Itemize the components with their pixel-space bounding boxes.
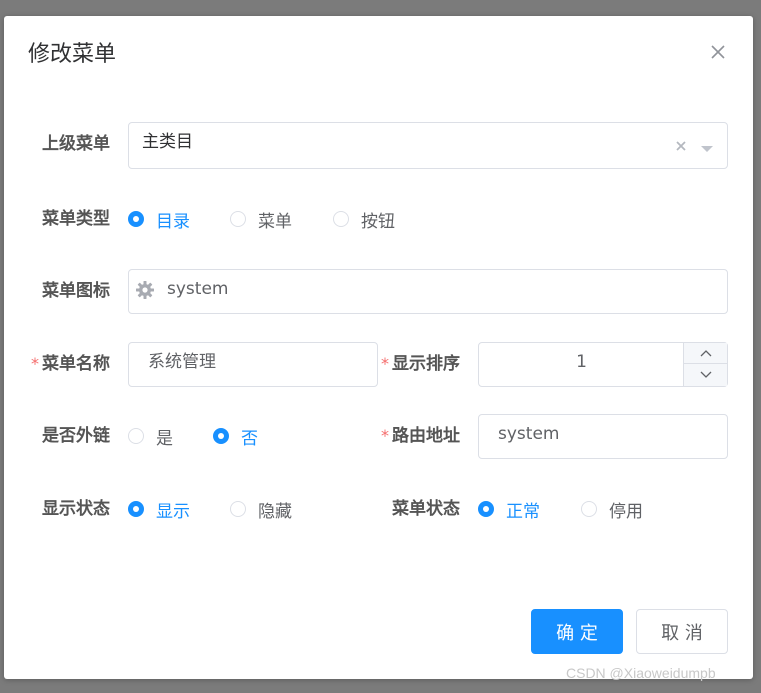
clear-icon[interactable] — [673, 138, 689, 154]
increase-button[interactable] — [683, 343, 727, 364]
gear-icon — [135, 280, 155, 300]
radio-visible-show[interactable]: 显示 — [128, 497, 190, 522]
radio-label: 停用 — [609, 501, 643, 522]
radio-menu-type-menu[interactable]: 菜单 — [230, 207, 292, 232]
dialog-title: 修改菜单 — [28, 42, 117, 67]
radio-menu-type-button[interactable]: 按钮 — [333, 207, 395, 232]
radio-label: 正常 — [506, 501, 540, 522]
radio-label: 按钮 — [361, 211, 395, 232]
parent-menu-select[interactable]: 主类目 — [128, 122, 728, 169]
radio-external-yes[interactable]: 是 — [128, 424, 173, 449]
menu-name-input[interactable]: 系统管理 — [128, 342, 378, 387]
label-text: 路由地址 — [392, 426, 460, 446]
radio-dot — [128, 211, 144, 227]
sort-order-value: 1 — [576, 352, 587, 372]
radio-status-disabled[interactable]: 停用 — [581, 497, 643, 522]
route-path-value: system — [498, 424, 560, 444]
chevron-down-icon — [700, 371, 712, 378]
menu-name-value: 系统管理 — [148, 352, 216, 372]
menu-name-label: * 菜单名称 — [31, 352, 110, 376]
menu-type-label: 菜单类型 — [42, 209, 110, 229]
radio-label: 目录 — [156, 211, 190, 232]
radio-dot — [230, 501, 246, 517]
route-path-input[interactable]: system — [478, 414, 728, 459]
radio-label: 否 — [241, 428, 258, 449]
caret-down-icon[interactable] — [699, 140, 715, 152]
radio-dot — [230, 211, 246, 227]
menu-icon-input[interactable]: system — [128, 269, 728, 314]
radio-label: 是 — [156, 428, 173, 449]
status-label: 菜单状态 — [392, 499, 460, 519]
radio-label: 菜单 — [258, 211, 292, 232]
required-mark: * — [31, 354, 39, 373]
sort-order-input-number[interactable]: 1 — [478, 342, 728, 387]
radio-menu-type-directory[interactable]: 目录 — [128, 207, 190, 232]
menu-icon-value: system — [167, 279, 229, 299]
cancel-button[interactable]: 取 消 — [636, 609, 728, 654]
parent-menu-label: 上级菜单 — [42, 134, 110, 154]
radio-dot — [581, 501, 597, 517]
radio-status-normal[interactable]: 正常 — [478, 497, 540, 522]
route-path-label: * 路由地址 — [381, 424, 460, 448]
required-mark: * — [381, 426, 389, 445]
radio-label: 隐藏 — [258, 501, 292, 522]
decrease-button[interactable] — [683, 364, 727, 386]
radio-dot — [213, 428, 229, 444]
radio-external-no[interactable]: 否 — [213, 424, 258, 449]
label-text: 菜单名称 — [42, 354, 110, 374]
is-external-label: 是否外链 — [42, 426, 110, 446]
radio-visible-hide[interactable]: 隐藏 — [230, 497, 292, 522]
close-icon[interactable] — [704, 38, 732, 66]
radio-dot — [333, 211, 349, 227]
radio-dot — [478, 501, 494, 517]
edit-menu-dialog: 修改菜单 上级菜单 主类目 菜单类型 目录 菜单 按钮 菜单图标 system … — [4, 16, 753, 679]
visible-label: 显示状态 — [42, 499, 110, 519]
sort-order-label: * 显示排序 — [381, 352, 460, 376]
parent-menu-value: 主类目 — [142, 132, 193, 152]
radio-label: 显示 — [156, 501, 190, 522]
label-text: 显示排序 — [392, 354, 460, 374]
confirm-button[interactable]: 确 定 — [531, 609, 623, 654]
radio-dot — [128, 428, 144, 444]
radio-dot — [128, 501, 144, 517]
watermark: CSDN @Xiaoweidumpb — [566, 665, 716, 681]
chevron-up-icon — [700, 350, 712, 357]
menu-icon-label: 菜单图标 — [42, 281, 110, 301]
required-mark: * — [381, 354, 389, 373]
